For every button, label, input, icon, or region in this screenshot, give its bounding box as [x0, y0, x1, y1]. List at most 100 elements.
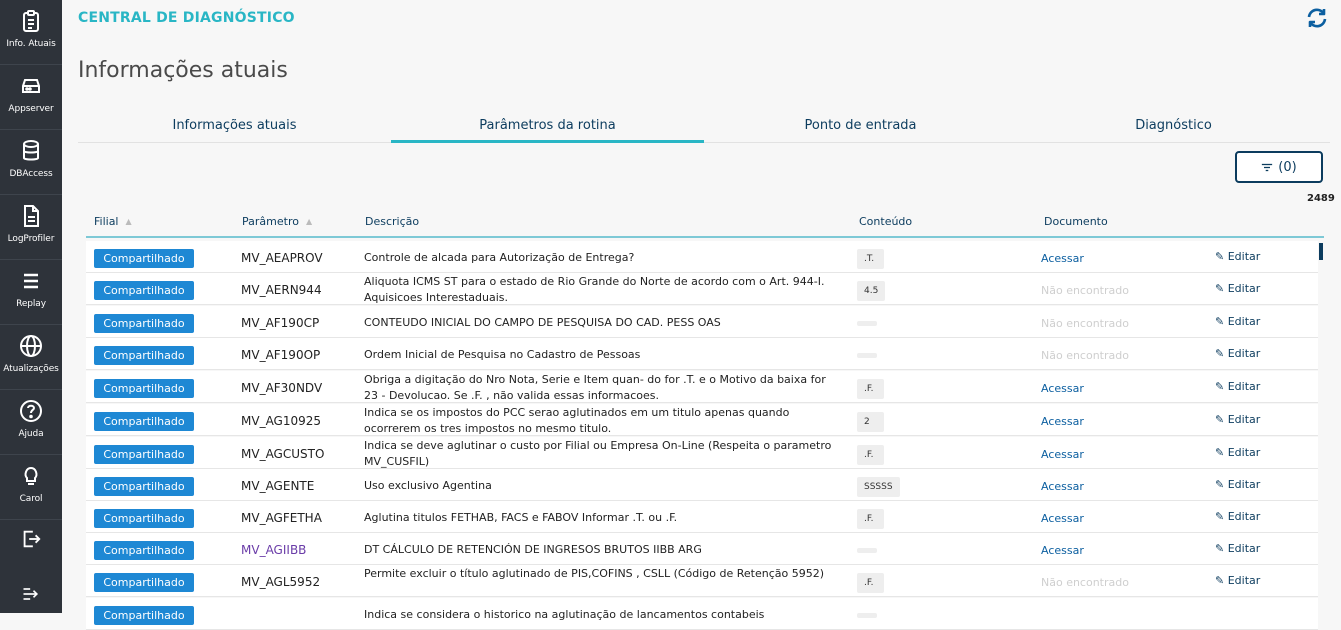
acessar-link[interactable]: Acessar — [1041, 252, 1084, 265]
sidebar-item-label: Carol — [19, 494, 43, 504]
acessar-link[interactable]: Acessar — [1041, 448, 1084, 461]
sort-icon: ▲ — [305, 217, 313, 226]
parameter-name: MV_AG10925 — [241, 414, 322, 428]
sidebar-item-info-atuais[interactable]: Info. Atuais — [0, 0, 62, 65]
sidebar-item-label: DBAccess — [9, 169, 53, 179]
edit-button[interactable]: ✎ Editar — [1215, 315, 1260, 328]
table-row: Compartilhado MV_AF190CP CONTEUDO INICIAL … — [86, 306, 1318, 338]
table-row: Compartilhado Indica se considera o histo… — [86, 598, 1318, 630]
parameter-value: SSSSS — [857, 477, 900, 497]
parameter-description: Aliquota ICMS ST para o estado de Rio Gr… — [364, 275, 825, 304]
edit-button[interactable]: ✎ Editar — [1215, 380, 1260, 393]
scrollbar-thumb[interactable] — [1319, 243, 1323, 260]
compartilhado-button[interactable]: Compartilhado — [94, 281, 194, 300]
parameter-description: CONTEUDO INICIAL DO CAMPO DE PESQUISA DO… — [364, 316, 721, 329]
parameter-description: DT CÁLCULO DE RETENCIÓN DE INGRESOS BRUT… — [364, 543, 702, 556]
acessar-link[interactable]: Acessar — [1041, 415, 1084, 428]
sidebar-item-replay[interactable]: Replay — [0, 260, 62, 325]
parameter-value: 4.5 — [857, 281, 886, 301]
sidebar-item-logprofiler[interactable]: LogProfiler — [0, 195, 62, 260]
table-row: Compartilhado MV_AG10925 Indica se os impo… — [86, 404, 1318, 436]
parameter-name: MV_AGIIBB — [241, 543, 307, 557]
parameters-table: Filial ▲ Parâmetro ▲ Descrição Conteúdo Do… — [86, 207, 1324, 630]
lightbulb-icon — [24, 466, 38, 485]
pencil-icon: ✎ — [1215, 446, 1228, 459]
parameter-value: .F. — [857, 573, 884, 593]
edit-button[interactable]: ✎ Editar — [1215, 574, 1260, 587]
filter-button[interactable]: (0) — [1235, 151, 1323, 183]
table-row: Compartilhado MV_AGFETHA Aglutina titulos … — [86, 501, 1318, 533]
sort-icon: ▲ — [125, 217, 132, 226]
column-header-filial[interactable]: Filial ▲ — [94, 215, 132, 228]
parameter-value: .T. — [857, 249, 884, 269]
acessar-link[interactable]: Acessar — [1041, 382, 1084, 395]
edit-button[interactable]: ✎ Editar — [1215, 478, 1260, 491]
pencil-icon: ✎ — [1215, 347, 1228, 360]
pencil-icon: ✎ — [1215, 315, 1228, 328]
parameter-description: Indica se deve aglutinar o custo por Fil… — [364, 439, 832, 468]
compartilhado-button[interactable]: Compartilhado — [94, 477, 194, 496]
compartilhado-button[interactable]: Compartilhado — [94, 379, 194, 398]
tab-informacoes-atuais[interactable]: Informações atuais — [78, 113, 391, 142]
table-row: Compartilhado MV_AERN944 Aliquota ICMS ST … — [86, 273, 1318, 305]
compartilhado-button[interactable]: Compartilhado — [94, 541, 194, 560]
table-row: Compartilhado MV_AGENTE Uso exclusivo Agen… — [86, 469, 1318, 501]
compartilhado-button[interactable]: Compartilhado — [94, 412, 194, 431]
parameter-description: Aglutina titulos FETHAB, FACS e FABOV In… — [364, 511, 678, 524]
parameter-name: MV_AERN944 — [241, 283, 322, 297]
acessar-link[interactable]: Acessar — [1041, 480, 1084, 493]
edit-button[interactable]: ✎ Editar — [1215, 250, 1260, 263]
edit-button[interactable]: ✎ Editar — [1215, 347, 1260, 360]
tab-diagnostico[interactable]: Diagnóstico — [1017, 113, 1330, 142]
compartilhado-button[interactable]: Compartilhado — [94, 249, 194, 268]
record-count: 2489 — [1307, 193, 1335, 204]
sidebar-item-label: Atualizações — [3, 364, 59, 374]
edit-button[interactable]: ✎ Editar — [1215, 510, 1260, 523]
sidebar-item-dbaccess[interactable]: DBAccess — [0, 130, 62, 195]
pencil-icon: ✎ — [1215, 413, 1228, 426]
edit-button[interactable]: ✎ Editar — [1215, 413, 1260, 426]
sidebar-item-label: LogProfiler — [7, 234, 55, 244]
sidebar-item-appserver[interactable]: Appserver — [0, 65, 62, 130]
parameter-description: Indica se considera o historico na aglut… — [364, 608, 765, 621]
pencil-icon: ✎ — [1215, 478, 1228, 491]
edit-button[interactable]: ✎ Editar — [1215, 282, 1260, 295]
parameter-value: .F. — [857, 445, 884, 465]
compartilhado-button[interactable]: Compartilhado — [94, 573, 194, 592]
compartilhado-button[interactable]: Compartilhado — [94, 346, 194, 365]
expand-sidebar-button[interactable] — [0, 584, 62, 606]
parameter-name: MV_AEAPROV — [241, 251, 323, 265]
column-header-parametro[interactable]: Parâmetro ▲ — [242, 215, 312, 228]
acessar-link[interactable]: Acessar — [1041, 544, 1084, 557]
parameter-value — [857, 321, 877, 326]
parameter-name: MV_AGFETHA — [241, 511, 322, 525]
parameter-value: .F. — [857, 509, 884, 529]
compartilhado-button[interactable]: Compartilhado — [94, 509, 194, 528]
compartilhado-button[interactable]: Compartilhado — [94, 606, 194, 625]
sidebar-item-label: Replay — [16, 299, 46, 309]
logout-icon — [23, 530, 41, 548]
sidebar-item-atualizacoes[interactable]: Atualizações — [0, 325, 62, 390]
page-title: Informações atuais — [78, 58, 288, 83]
pencil-icon: ✎ — [1215, 282, 1228, 295]
compartilhado-button[interactable]: Compartilhado — [94, 445, 194, 464]
tab-ponto-de-entrada[interactable]: Ponto de entrada — [704, 113, 1017, 142]
sidebar-item-ajuda[interactable]: Ajuda — [0, 390, 62, 455]
doc-not-found: Não encontrado — [1041, 317, 1129, 330]
expand-icon — [23, 588, 39, 600]
pencil-icon: ✎ — [1215, 250, 1228, 263]
edit-button[interactable]: ✎ Editar — [1215, 446, 1260, 459]
tab-parametros-da-rotina[interactable]: Parâmetros da rotina — [391, 113, 704, 143]
pencil-icon: ✎ — [1215, 380, 1228, 393]
sidebar-item-carol[interactable]: Carol — [0, 455, 62, 520]
app-title: CENTRAL DE DIAGNÓSTICO — [78, 10, 295, 26]
column-header-conteudo: Conteúdo — [859, 215, 913, 228]
refresh-button[interactable] — [1305, 6, 1329, 30]
column-header-descricao: Descrição — [365, 215, 420, 228]
parameter-name: MV_AGL5952 — [241, 575, 321, 589]
table-row: Compartilhado MV_AF190OP Ordem Inicial de … — [86, 338, 1318, 370]
edit-button[interactable]: ✎ Editar — [1215, 542, 1260, 555]
logout-button[interactable] — [0, 528, 62, 554]
compartilhado-button[interactable]: Compartilhado — [94, 314, 194, 333]
acessar-link[interactable]: Acessar — [1041, 512, 1084, 525]
